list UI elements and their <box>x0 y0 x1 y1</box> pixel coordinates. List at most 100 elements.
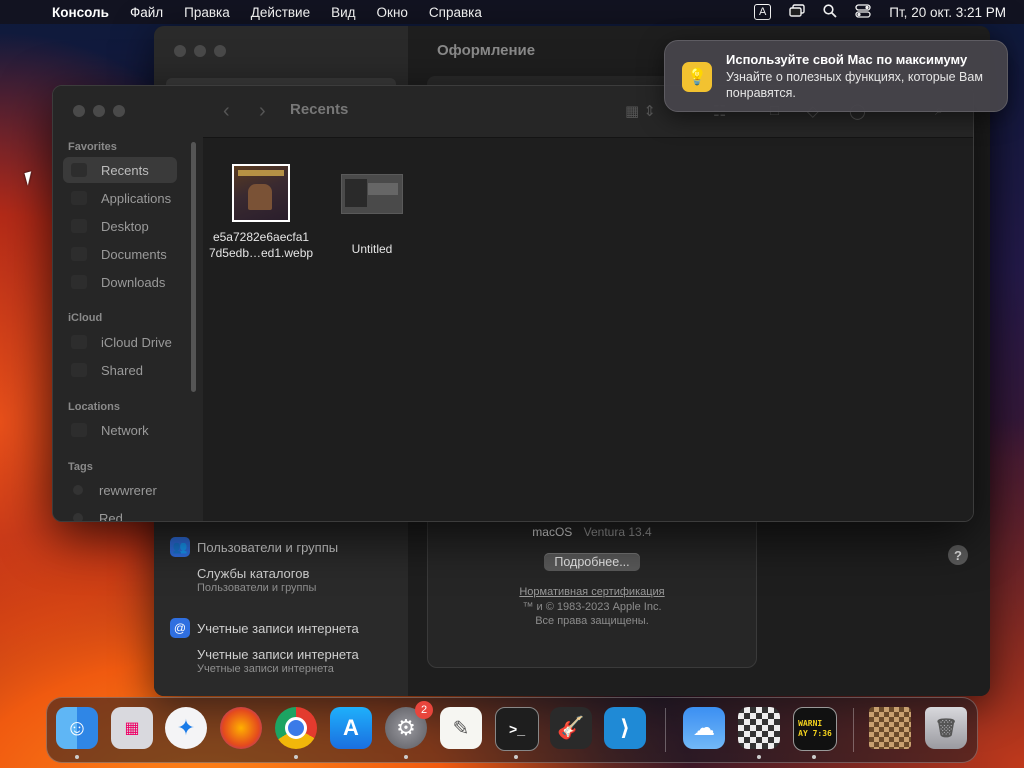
image-thumbnail <box>232 164 290 222</box>
close-button[interactable] <box>73 105 85 117</box>
sidebar-item-applications[interactable]: Applications <box>63 185 177 211</box>
sidebar-item-users-groups[interactable]: 👥 Пользователи и группы <box>170 537 338 557</box>
minimize-button[interactable] <box>194 45 206 57</box>
running-indicator <box>404 755 408 759</box>
sidebar-item-internet-accounts-2[interactable]: Учетные записи интернета Учетные записи … <box>197 647 359 677</box>
sidebar-item-label: Пользователи и группы <box>197 539 339 555</box>
sidebar-item-recents[interactable]: Recents <box>63 157 177 183</box>
more-info-button[interactable]: Подробнее... <box>544 553 640 571</box>
sidebar-item-label: Applications <box>101 190 172 206</box>
menu-view[interactable]: Вид <box>331 5 355 20</box>
sidebar-item-internet-accounts[interactable]: @ Учетные записи интернета <box>170 618 359 638</box>
zoom-button[interactable] <box>214 45 226 57</box>
minimize-button[interactable] <box>93 105 105 117</box>
safari-icon[interactable]: ✦ <box>165 707 207 749</box>
view-grid-icon[interactable]: ▦ ⇕ <box>625 102 656 120</box>
sidebar-scrollbar[interactable] <box>191 142 196 392</box>
sidebar-item-directory-services[interactable]: Службы каталогов Пользователи и группы <box>197 566 316 596</box>
file-browser: e5a7282e6aecfa1 7d5edb…ed1.webp Untitled <box>203 138 973 521</box>
finder-traffic-lights <box>73 105 133 117</box>
dock: ☺ ▦ ✦ A ⚙ 2 ✎ >_ 🎸 ⟩ ☁ WARNI AY 7:36 🗑 <box>46 697 978 763</box>
forward-button[interactable]: › <box>259 100 266 123</box>
document-icon <box>71 247 87 261</box>
running-indicator <box>812 755 816 759</box>
lightbulb-icon: 💡 <box>682 62 712 92</box>
menu-help[interactable]: Справка <box>429 5 482 20</box>
clock-icon <box>71 163 87 177</box>
sidebar-item-label: Downloads <box>101 274 166 290</box>
settings-page-title: Оформление <box>437 42 536 59</box>
notification-body: Узнайте о полезных функциях, которые Вам… <box>726 70 983 100</box>
sidebar-item-label: Desktop <box>101 218 149 234</box>
running-indicator <box>514 755 518 759</box>
file-name-line1: Untitled <box>351 242 393 256</box>
sidebar-item-documents[interactable]: Documents <box>63 241 177 267</box>
dock-separator <box>665 708 666 752</box>
dock-separator <box>853 708 854 752</box>
menu-edit[interactable]: Правка <box>184 5 230 20</box>
firefox-icon[interactable] <box>220 707 262 749</box>
zoom-button[interactable] <box>113 105 125 117</box>
download-icon <box>71 275 87 289</box>
input-source-icon[interactable]: A <box>753 4 772 20</box>
garageband-icon[interactable]: 🎸 <box>550 707 592 749</box>
desktop-icon <box>71 219 87 233</box>
terminal-icon[interactable]: >_ <box>495 707 539 751</box>
sidebar-item-label: Учетные записи интернета <box>197 647 359 662</box>
spotlight-search-icon[interactable] <box>823 3 837 21</box>
sidebar-item-icloud-drive[interactable]: iCloud Drive <box>63 329 177 355</box>
vscode-icon[interactable]: ⟩ <box>604 707 646 749</box>
weather-icon[interactable]: ☁ <box>683 707 725 749</box>
menu-file[interactable]: Файл <box>130 5 163 20</box>
sidebar-item-desktop[interactable]: Desktop <box>63 213 177 239</box>
app-store-icon[interactable]: A <box>330 707 372 749</box>
legal-text: Нормативная сертификация ™ и © 1983-2023… <box>428 585 756 629</box>
launchpad-icon[interactable]: ▦ <box>111 707 153 749</box>
shared-folder-icon <box>71 363 87 377</box>
system-settings-icon[interactable]: ⚙ 2 <box>385 701 433 749</box>
section-tags: Tags <box>68 461 93 473</box>
network-icon <box>71 423 87 437</box>
sidebar-item-sublabel: Пользователи и группы <box>197 582 317 594</box>
back-button[interactable]: ‹ <box>223 100 230 123</box>
screenshot-thumbnail <box>341 174 403 214</box>
file-item-untitled[interactable]: Untitled <box>317 164 427 258</box>
finder-icon[interactable]: ☺ <box>56 707 98 749</box>
sidebar-item-network[interactable]: Network <box>63 417 177 443</box>
sidebar-item-downloads[interactable]: Downloads <box>63 269 177 295</box>
notification-banner[interactable]: 💡 Используйте свой Mac по максимуму Узна… <box>664 40 1008 112</box>
notification-title: Используйте свой Mac по максимуму <box>726 52 968 67</box>
section-locations: Locations <box>68 401 120 413</box>
sidebar-item-label: Службы каталогов <box>197 566 310 581</box>
regulatory-cert-link[interactable]: Нормативная сертификация <box>519 586 664 598</box>
chess-icon[interactable] <box>738 707 780 749</box>
menu-action[interactable]: Действие <box>251 5 310 20</box>
chrome-icon[interactable] <box>275 707 317 749</box>
running-indicator <box>757 755 761 759</box>
menu-window[interactable]: Окно <box>377 5 408 20</box>
chess-window-icon[interactable] <box>869 707 911 749</box>
help-button[interactable]: ? <box>948 545 968 565</box>
menu-app-name[interactable]: Консоль <box>52 5 109 20</box>
sidebar-item-label: Red <box>99 510 123 522</box>
at-icon: @ <box>170 618 190 638</box>
mouse-cursor <box>24 171 35 186</box>
close-button[interactable] <box>174 45 186 57</box>
clock[interactable]: Пт, 20 окт. 3:21 PM <box>889 5 1006 20</box>
textedit-icon[interactable]: ✎ <box>440 707 482 749</box>
tag-dot-icon <box>73 485 83 495</box>
screen-mirroring-icon[interactable] <box>789 3 805 21</box>
finder-window: Favorites Recents Applications Desktop D… <box>52 85 974 522</box>
settings-traffic-lights <box>174 45 234 57</box>
running-indicator <box>294 755 298 759</box>
sidebar-item-label: iCloud Drive <box>101 334 172 350</box>
notification-badge: 2 <box>415 701 433 719</box>
console-icon[interactable]: WARNI AY 7:36 <box>793 707 837 751</box>
file-item-webp[interactable]: e5a7282e6aecfa1 7d5edb…ed1.webp <box>206 164 316 261</box>
sidebar-item-shared[interactable]: Shared <box>63 357 177 383</box>
control-center-icon[interactable] <box>855 3 871 21</box>
menu-bar: Консоль Файл Правка Действие Вид Окно Сп… <box>0 0 1024 24</box>
trash-icon[interactable]: 🗑 <box>925 707 967 749</box>
sidebar-tag-red[interactable]: Red <box>63 505 177 522</box>
sidebar-tag-rewwrerer[interactable]: rewwrerer <box>63 477 177 503</box>
